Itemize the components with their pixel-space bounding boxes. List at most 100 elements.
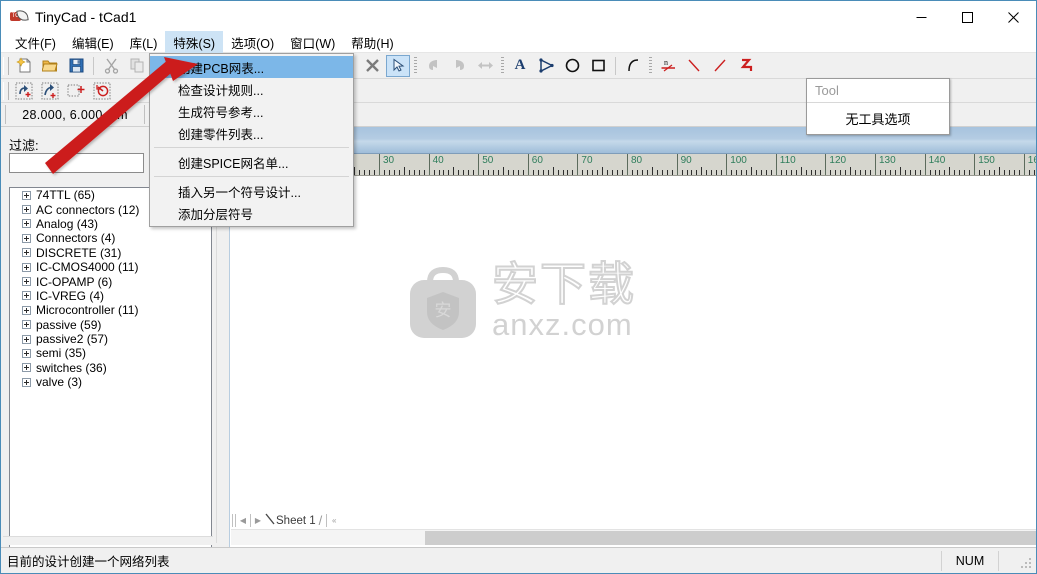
ruler-minor-tick: [760, 170, 762, 175]
open-file-icon[interactable]: [38, 55, 62, 77]
ruler-major-tick: [428, 154, 430, 175]
menu-edit[interactable]: 编辑(E): [64, 31, 122, 54]
svg-text:安: 安: [435, 301, 452, 321]
tab-end-button[interactable]: «: [328, 514, 340, 528]
ruler-minor-tick: [696, 170, 698, 175]
canvas-scroll-thumb[interactable]: [425, 531, 1036, 545]
tree-item-passive2[interactable]: passive2 (57): [10, 332, 211, 346]
rectangle-tool-icon[interactable]: [586, 55, 610, 77]
tree-item-valve[interactable]: valve (3): [10, 375, 211, 389]
line-tool-icon[interactable]: [708, 55, 732, 77]
minimize-button[interactable]: [898, 1, 944, 33]
ruler-minor-tick: [522, 170, 524, 175]
menu-create-parts-list[interactable]: 创建零件列表...: [150, 122, 353, 144]
tree-item-passive[interactable]: passive (59): [10, 318, 211, 332]
schematic-canvas[interactable]: 安 安下载 anxz.com: [231, 176, 1036, 523]
tree-item-ic-opamp[interactable]: IC-OPAMP (6): [10, 274, 211, 289]
rotate-right-icon[interactable]: [447, 55, 471, 77]
copy-icon[interactable]: [125, 55, 149, 77]
tree-item-connectors[interactable]: Connectors (4): [10, 231, 211, 245]
maximize-button[interactable]: [944, 1, 990, 33]
ruler-minor-tick: [602, 167, 604, 175]
filter-input[interactable]: [9, 153, 144, 173]
menu-add-hierarchical-symbol[interactable]: 添加分层符号: [150, 202, 353, 224]
expand-icon[interactable]: [22, 363, 31, 373]
expand-icon[interactable]: [22, 305, 31, 315]
resize-grip[interactable]: [1020, 557, 1033, 570]
sheet-tab-label[interactable]: Sheet 1: [276, 515, 316, 527]
menu-help[interactable]: 帮助(H): [343, 31, 401, 54]
cursor-coordinates: 28.000, 6.000 mm: [5, 105, 145, 124]
tree-item-switches[interactable]: switches (36): [10, 361, 211, 375]
tree-item-label: Connectors (4): [36, 231, 116, 246]
tinycad-icon: TC: [10, 8, 29, 26]
save-file-icon[interactable]: [64, 55, 88, 77]
expand-icon[interactable]: [22, 205, 31, 215]
menu-generate-symbol-reference[interactable]: 生成符号参考...: [150, 100, 353, 122]
menu-library[interactable]: 库(L): [122, 31, 166, 54]
menu-insert-another-symbol-design[interactable]: 插入另一个符号设计...: [150, 180, 353, 202]
expand-icon[interactable]: [22, 277, 31, 287]
menu-create-pcb-netlist[interactable]: 创建PCB网表...: [150, 56, 353, 78]
close-button[interactable]: [990, 1, 1036, 33]
menu-special[interactable]: 特殊(S): [165, 31, 224, 54]
canvas-horizontal-scrollbar[interactable]: [231, 529, 1036, 545]
ruler-major-tick: [527, 154, 529, 175]
select-move-icon[interactable]: [38, 80, 62, 102]
text-tool-icon[interactable]: A: [508, 55, 532, 77]
menu-file[interactable]: 文件(F): [7, 31, 64, 54]
rotate-left-icon[interactable]: [421, 55, 445, 77]
expand-icon[interactable]: [22, 219, 31, 229]
ellipse-tool-icon[interactable]: [560, 55, 584, 77]
ruler-major-tick: [676, 154, 678, 175]
cut-icon[interactable]: [99, 55, 123, 77]
polygon-tool-icon[interactable]: [534, 55, 558, 77]
toolbar-grip[interactable]: [3, 56, 9, 75]
expand-icon[interactable]: [22, 190, 31, 200]
menu-create-spice-netlist[interactable]: 创建SPICE网名单...: [150, 151, 353, 173]
select-undo-icon[interactable]: [90, 80, 114, 102]
expand-icon[interactable]: [22, 320, 31, 330]
menu-check-design-rules[interactable]: 检查设计规则...: [150, 78, 353, 100]
expand-icon[interactable]: [22, 233, 31, 243]
select-arrow-icon[interactable]: [386, 54, 410, 77]
ruler-minor-tick: [934, 170, 936, 175]
ruler-minor-tick: [899, 167, 901, 175]
expand-icon[interactable]: [22, 348, 31, 358]
status-bar: 目前的设计创建一个网络列表 NUM: [1, 547, 1036, 573]
menu-window[interactable]: 窗口(W): [282, 31, 343, 54]
tool-panel-title: Tool: [807, 79, 949, 103]
watermark-text-en: anxz.com: [492, 307, 633, 342]
select-add-icon[interactable]: [12, 80, 36, 102]
tree-item-semi[interactable]: semi (35): [10, 346, 211, 360]
symbol-tree[interactable]: 74TTL (65) AC connectors (12) Analog (43…: [9, 187, 212, 570]
bus-tool-icon[interactable]: [734, 55, 758, 77]
tab-next-button[interactable]: ▶: [252, 514, 264, 528]
tab-prev-button[interactable]: ◀: [237, 514, 249, 528]
tree-item-ic-cmos4000[interactable]: IC-CMOS4000 (11): [10, 260, 211, 274]
expand-icon[interactable]: [22, 334, 31, 344]
ruler-minor-tick: [721, 170, 723, 175]
ruler-minor-tick: [656, 170, 658, 175]
select-new-icon[interactable]: [64, 80, 88, 102]
ruler-minor-tick: [785, 170, 787, 175]
tree-item-ic-vreg[interactable]: IC-VREG (4): [10, 289, 211, 303]
tree-item-microcontroller[interactable]: Microcontroller (11): [10, 303, 211, 317]
mirror-icon[interactable]: [473, 55, 497, 77]
toolbar-grip-secondary[interactable]: [3, 81, 9, 100]
arc-tool-icon[interactable]: [621, 55, 645, 77]
expand-icon[interactable]: [22, 291, 31, 301]
expand-icon[interactable]: [22, 377, 31, 387]
expand-icon[interactable]: [22, 248, 31, 258]
expand-icon[interactable]: [22, 262, 31, 272]
menu-options[interactable]: 选项(O): [223, 31, 282, 54]
wire-tool-icon[interactable]: [682, 55, 706, 77]
tree-item-discrete[interactable]: DISCRETE (31): [10, 246, 211, 260]
junction-tool-icon[interactable]: n: [656, 55, 680, 77]
panel-horizontal-scrollbar[interactable]: [3, 536, 213, 545]
ruler-minor-tick: [503, 167, 504, 175]
new-file-icon[interactable]: [12, 55, 36, 77]
delete-icon[interactable]: [360, 55, 384, 77]
ruler-minor-tick: [483, 170, 485, 175]
tree-item-label: AC connectors (12): [36, 202, 140, 217]
